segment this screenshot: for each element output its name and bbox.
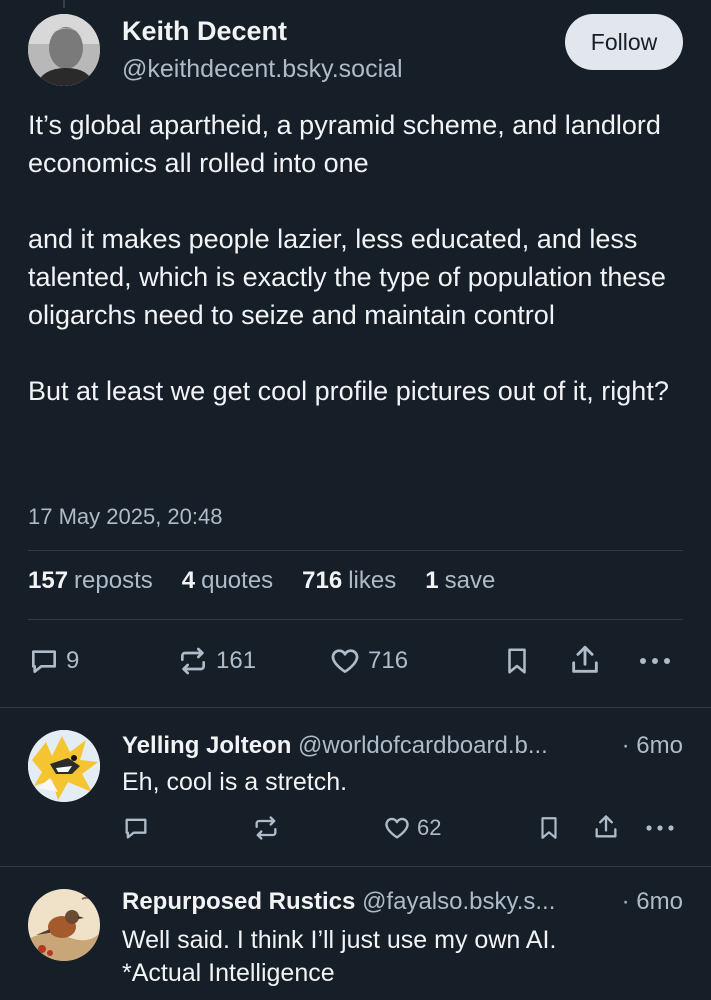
more-button[interactable] (637, 645, 673, 677)
thread-line (63, 0, 65, 8)
likes-label: likes (348, 567, 397, 594)
post-actions: 9 161 716 (28, 643, 683, 683)
reply-header: Yelling Jolteon @worldofcardboard.b... ·… (122, 732, 683, 760)
reply-text-line: Well said. I think I’ll just use my own … (122, 926, 557, 954)
share-icon (595, 815, 617, 838)
more-icon (646, 825, 674, 831)
divider (28, 619, 683, 620)
saves-label: save (444, 567, 496, 594)
reply-author-name[interactable]: Repurposed Rustics (122, 888, 355, 915)
repost-icon (181, 647, 205, 675)
reply-time[interactable]: · 6mo (615, 732, 683, 760)
reposts-label: reposts (74, 567, 153, 594)
avatar[interactable] (28, 730, 100, 802)
like-button[interactable]: 716 (328, 645, 408, 677)
post-text: It’s global apartheid, a pyramid scheme,… (28, 106, 688, 410)
saves-stat[interactable]: 1 save (425, 567, 495, 595)
reposts-stat[interactable]: 157 reposts (28, 567, 153, 595)
avatar[interactable] (28, 889, 100, 961)
author-name[interactable]: Keith Decent (122, 16, 287, 47)
likes-stat[interactable]: 716 likes (302, 567, 396, 595)
repost-icon (255, 816, 277, 840)
bookmark-button[interactable] (502, 645, 532, 677)
like-icon (385, 817, 409, 839)
bookmark-button[interactable] (536, 814, 562, 842)
likes-count: 716 (302, 567, 343, 594)
post-stats: 157 reposts 4 quotes 716 likes 1 save (28, 567, 524, 595)
post-paragraph: It’s global apartheid, a pyramid scheme,… (28, 110, 661, 178)
reply-author-handle[interactable]: @fayalso.bsky.s... (362, 888, 555, 915)
post-timestamp: 17 May 2025, 20:48 (28, 504, 223, 529)
quotes-count: 4 (181, 567, 196, 594)
quotes-label: quotes (201, 567, 274, 594)
reply-header: Repurposed Rustics @fayalso.bsky.s... · … (122, 888, 683, 916)
quotes-stat[interactable]: 4 quotes (182, 567, 273, 595)
reply-author-name[interactable]: Yelling Jolteon (122, 732, 291, 759)
reply-button[interactable] (122, 814, 150, 842)
divider (28, 550, 683, 551)
like-icon (331, 649, 359, 673)
reply-count: 9 (66, 647, 80, 674)
like-button[interactable]: 62 (383, 814, 441, 842)
avatar[interactable] (28, 14, 100, 86)
bookmark-icon (508, 648, 526, 674)
share-button[interactable] (568, 643, 602, 677)
reply-text: Well said. I think I’ll just use my own … (122, 924, 683, 990)
post-paragraph: But at least we get cool profile picture… (28, 376, 669, 406)
post-paragraph: and it makes people lazier, less educate… (28, 224, 666, 330)
like-count: 62 (417, 815, 442, 840)
repost-count: 161 (216, 647, 257, 674)
share-button[interactable] (592, 812, 620, 842)
post-author: Keith Decent @keithdecent.bsky.social Fo… (28, 14, 683, 90)
bookmark-icon (541, 817, 557, 839)
repost-button[interactable]: 161 (176, 645, 256, 677)
reply-time[interactable]: · 6mo (615, 888, 683, 916)
follow-button[interactable]: Follow (565, 14, 683, 70)
reply-icon (125, 818, 147, 839)
author-handle[interactable]: @keithdecent.bsky.social (122, 55, 403, 84)
saves-count: 1 (425, 567, 439, 594)
reply-post[interactable]: Yelling Jolteon @worldofcardboard.b... ·… (0, 708, 711, 866)
reply-icon (32, 650, 56, 673)
more-button[interactable] (644, 814, 676, 842)
reply-post[interactable]: Repurposed Rustics @fayalso.bsky.s... · … (0, 867, 711, 1000)
more-icon (640, 658, 670, 664)
reply-button[interactable]: 9 (28, 645, 79, 677)
share-icon (572, 645, 598, 673)
reply-actions: 62 (122, 812, 683, 844)
reposts-count: 157 (28, 567, 69, 594)
reply-author-handle[interactable]: @worldofcardboard.b... (298, 732, 548, 759)
like-count: 716 (368, 647, 409, 674)
repost-button[interactable] (252, 814, 280, 842)
reply-text-line: *Actual Intelligence (122, 959, 335, 987)
reply-text: Eh, cool is a stretch. (122, 768, 348, 796)
